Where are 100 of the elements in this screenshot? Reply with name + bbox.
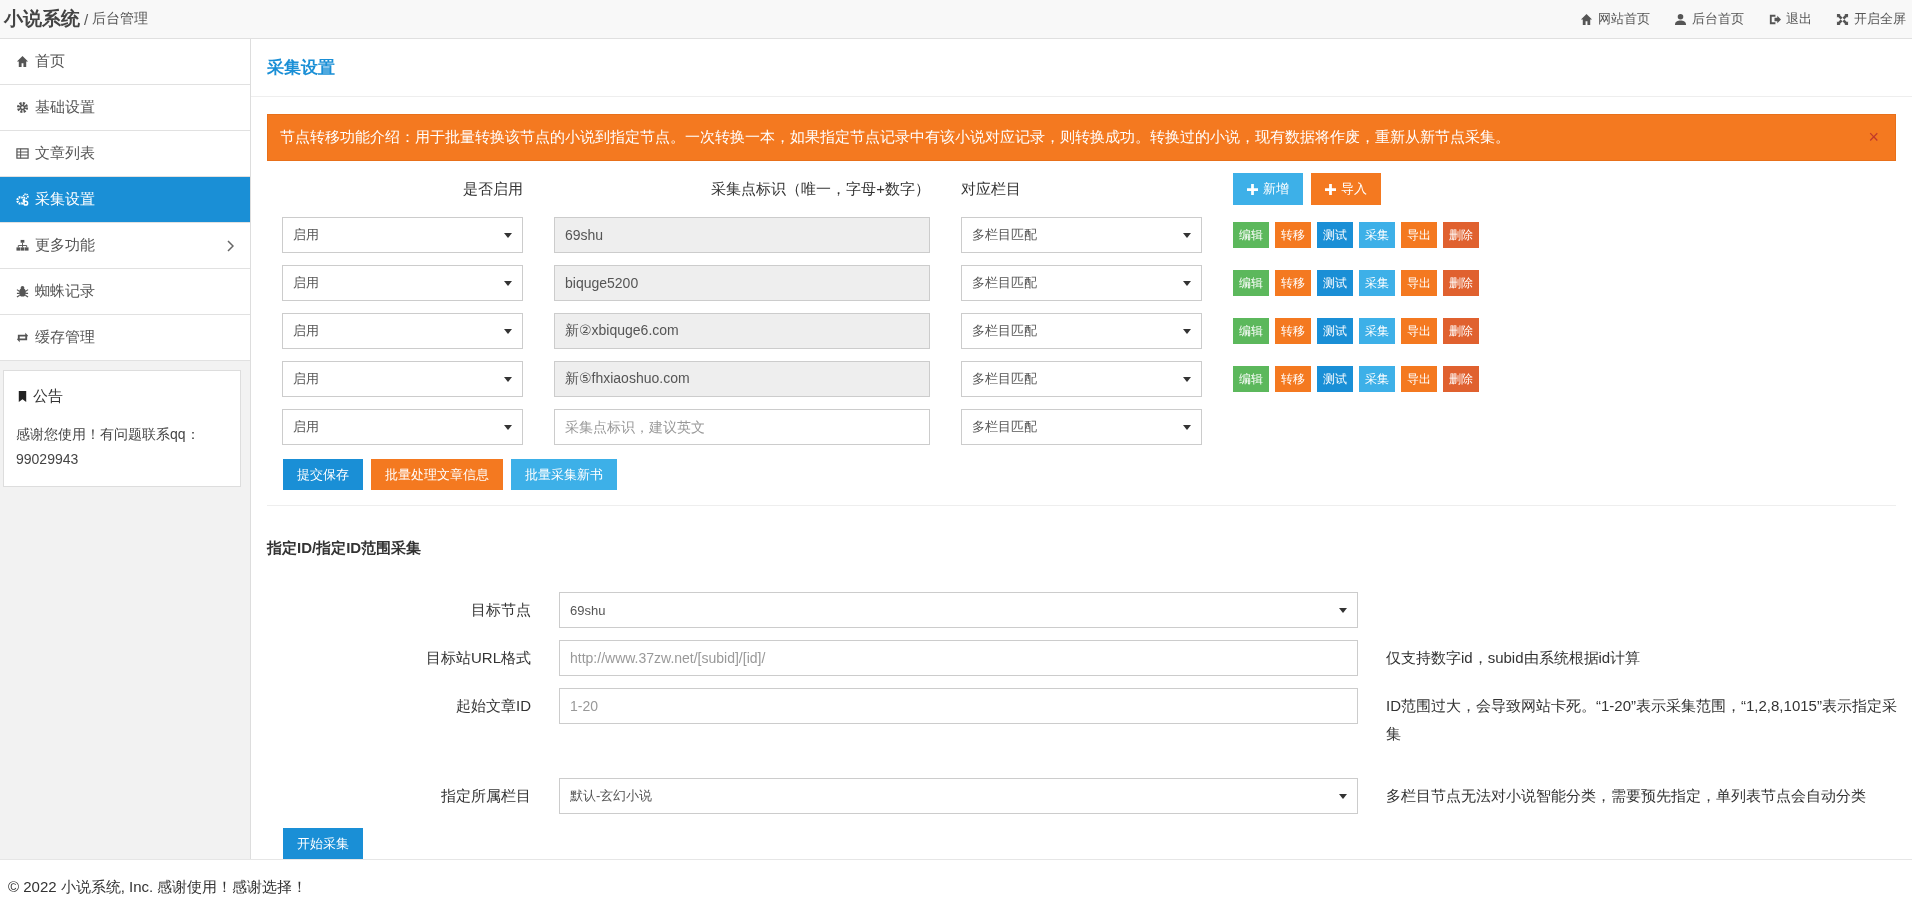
top-nav-link[interactable]: 网站首页 [1580,10,1650,28]
top-nav-link[interactable]: 后台首页 [1674,10,1744,28]
notice-title: 公告 [33,387,63,406]
help-text: 多栏目节点无法对小说智能分类，需要预先指定，单列表节点会自动分类 [1386,786,1867,807]
sidebar-item[interactable]: 基础设置 [0,85,250,131]
table-icon [16,147,29,160]
status-select[interactable]: 启用 [282,361,523,398]
action-button[interactable]: 转移 [1275,318,1311,345]
category-select[interactable]: 多栏目匹配 [961,265,1202,302]
action-button[interactable]: 转移 [1275,270,1311,297]
node-id-field[interactable]: 新⑤fhxiaoshuo.com [554,361,930,398]
top-nav-link[interactable]: 开启全屏 [1836,10,1906,28]
notice-text: 感谢您使用！有问题联系qq：99029943 [16,425,201,469]
action-button[interactable]: 导出 [1401,318,1437,345]
action-button[interactable]: 测试 [1317,222,1353,249]
bookmark-icon [16,390,29,403]
node-id-field[interactable]: 采集点标识，建议英文 [554,409,930,446]
caret-icon [504,280,512,286]
category-select[interactable]: 多栏目匹配 [961,361,1202,398]
caret-icon [1339,607,1347,613]
node-id-field[interactable]: biquge5200 [554,265,930,302]
section-title: 指定ID/指定ID范围采集 [265,538,423,559]
sidebar-item[interactable]: 采集设置 [0,177,250,223]
select-field[interactable]: 69shu [559,592,1358,629]
category-select[interactable]: 多栏目匹配 [961,409,1202,446]
start-button[interactable]: 开始采集 [283,828,363,859]
action-button[interactable]: 删除 [1443,270,1479,297]
sidebar-item[interactable]: 更多功能 [0,223,250,269]
action-button[interactable]: 编辑 [1233,366,1269,393]
status-select[interactable]: 启用 [282,217,523,254]
refresh-icon [16,331,29,344]
form-button[interactable]: 提交保存 [283,459,363,491]
form-button[interactable]: 批量采集新书 [511,459,617,491]
bug-icon [16,285,29,298]
caret-icon [1183,280,1191,286]
category-select[interactable]: 多栏目匹配 [961,313,1202,350]
form-button[interactable]: 批量处理文章信息 [371,459,503,491]
node-id-field[interactable]: 69shu [554,217,930,254]
gear-icon [16,101,29,114]
status-select[interactable]: 启用 [282,409,523,446]
action-button[interactable]: 导出 [1401,222,1437,249]
app-brand: 小说系统 [4,7,80,31]
status-select[interactable]: 启用 [282,313,523,350]
top-nav-link[interactable]: 退出 [1768,10,1812,28]
sidebar-item[interactable]: 首页 [0,39,250,85]
sidebar-item[interactable]: 蜘蛛记录 [0,269,250,315]
action-button[interactable]: 删除 [1443,318,1479,345]
input-field[interactable]: http://www.37zw.net/[subid]/[id]/ [559,640,1358,677]
column-header: 是否启用 [463,179,523,199]
caret-icon [504,424,512,430]
action-button[interactable]: 转移 [1275,366,1311,393]
toolbar-button[interactable]: 新增 [1233,173,1303,206]
status-select[interactable]: 启用 [282,265,523,302]
action-button[interactable]: 采集 [1359,222,1395,249]
help-text: 仅支持数字id，subid由系统根据id计算 [1386,648,1642,669]
fullscreen-icon [1836,12,1849,26]
home-icon [1580,12,1593,26]
caret-icon [1183,376,1191,382]
column-header: 采集点标识（唯一，字母+数字） [711,179,930,199]
close-button[interactable]: × [1868,127,1879,149]
breadcrumb-separator: / [84,10,89,28]
field-label: 目标节点 [471,600,531,621]
home-icon [16,55,29,68]
app-subtitle: 后台管理 [92,10,149,28]
alert-text: 节点转移功能介绍：用于批量转换该节点的小说到指定节点。一次转换一本，如果指定节点记录中有该小说对应记录，则转换成功。转换过的小说，现有数据将作废，重新从新节点采集。 [280,128,1510,148]
plus-icon [1325,183,1336,195]
action-button[interactable]: 测试 [1317,270,1353,297]
page-title: 采集设置 [251,39,1912,98]
action-button[interactable]: 测试 [1317,366,1353,393]
field-label: 目标站URL格式 [426,648,531,669]
user-icon [1674,12,1687,26]
action-button[interactable]: 编辑 [1233,318,1269,345]
action-button[interactable]: 导出 [1401,366,1437,393]
caret-icon [1183,424,1191,430]
caret-icon [504,328,512,334]
action-button[interactable]: 删除 [1443,222,1479,249]
action-button[interactable]: 采集 [1359,318,1395,345]
column-header: 对应栏目 [961,179,1021,199]
action-button[interactable]: 测试 [1317,318,1353,345]
action-button[interactable]: 转移 [1275,222,1311,249]
sitemap-icon [16,239,29,252]
sidebar-item[interactable]: 文章列表 [0,131,250,177]
caret-icon [1183,232,1191,238]
caret-icon [504,376,512,382]
sidebar-item[interactable]: 缓存管理 [0,315,250,361]
action-button[interactable]: 采集 [1359,270,1395,297]
category-select[interactable]: 多栏目匹配 [961,217,1202,254]
sign-out-icon [1768,12,1781,26]
action-button[interactable]: 编辑 [1233,270,1269,297]
field-label: 起始文章ID [456,696,531,717]
node-id-field[interactable]: 新②xbiquge6.com [554,313,930,350]
select-field[interactable]: 默认-玄幻小说 [559,778,1358,815]
footer-text: © 2022 小说系统, Inc. 感谢使用！感谢选择！ [7,877,309,897]
action-button[interactable]: 导出 [1401,270,1437,297]
action-button[interactable]: 采集 [1359,366,1395,393]
help-text: ID范围过大，会导致网站卡死。“1-20”表示采集范围，“1,2,8,1015”表示指定采集 [1386,696,1898,745]
toolbar-button[interactable]: 导入 [1311,173,1381,206]
action-button[interactable]: 编辑 [1233,222,1269,249]
input-field[interactable]: 1-20 [559,688,1358,725]
action-button[interactable]: 删除 [1443,366,1479,393]
